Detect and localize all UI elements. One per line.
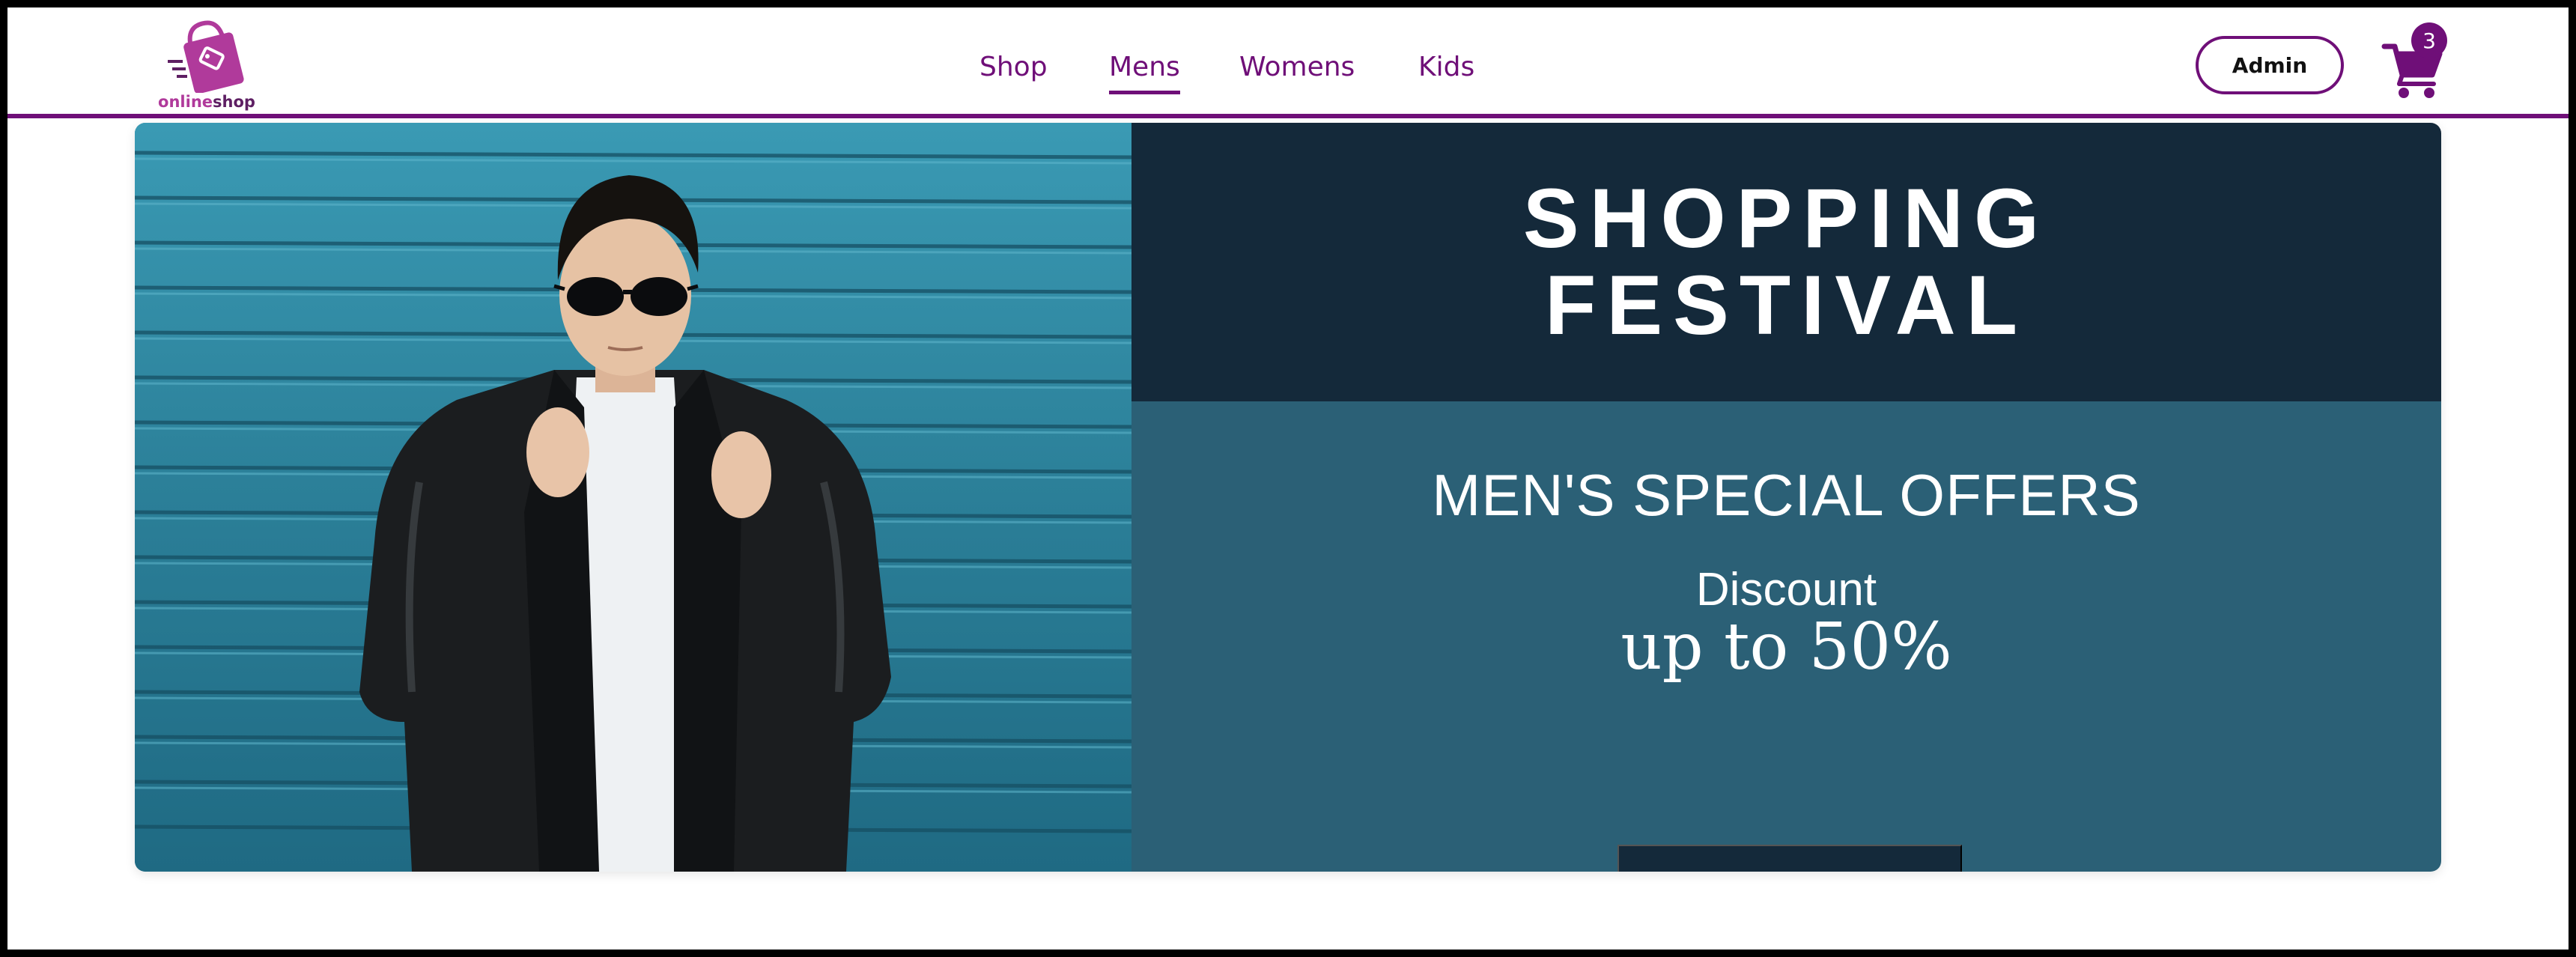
offers-heading: MEN'S SPECIAL OFFERS [1432,462,2141,528]
banner-title-line-1: SHOPPING [1522,171,2050,265]
nav-item-shop[interactable]: Shop [979,49,1048,85]
admin-button[interactable]: Admin [2196,36,2344,94]
page: onlineshop Shop Mens Womens Kids Admin 3 [7,7,2569,950]
logo-wordmark: onlineshop [154,93,259,111]
discount-value: up to 50% [1620,610,1952,684]
main-nav: Shop Mens Womens Kids [7,49,2569,94]
site-header: onlineshop Shop Mens Womens Kids Admin 3 [7,7,2569,118]
discount-label: Discount [1695,564,1877,616]
banner-title-panel: SHOPPING FESTIVAL [1131,123,2441,401]
cart-count-badge: 3 [2411,22,2447,58]
nav-item-womens[interactable]: Womens [1239,49,1355,85]
buy-now-button[interactable]: BUY NOW [1617,845,1962,872]
promo-banner: SHOPPING FESTIVAL MEN'S SPECIAL OFFERS D… [135,123,2441,872]
model-illustration [135,123,1131,872]
logo-text-shop: shop [213,93,255,111]
banner-title: SHOPPING FESTIVAL [1131,175,2441,349]
logo-text-online: online [158,93,213,111]
banner-offer-panel: MEN'S SPECIAL OFFERS Discount up to 50% … [1131,401,2441,872]
banner-title-line-2: FESTIVAL [1544,258,2029,352]
banner-photo-man-in-leather-jacket [135,123,1131,872]
nav-item-kids[interactable]: Kids [1418,49,1474,85]
nav-item-mens[interactable]: Mens [1109,49,1180,94]
